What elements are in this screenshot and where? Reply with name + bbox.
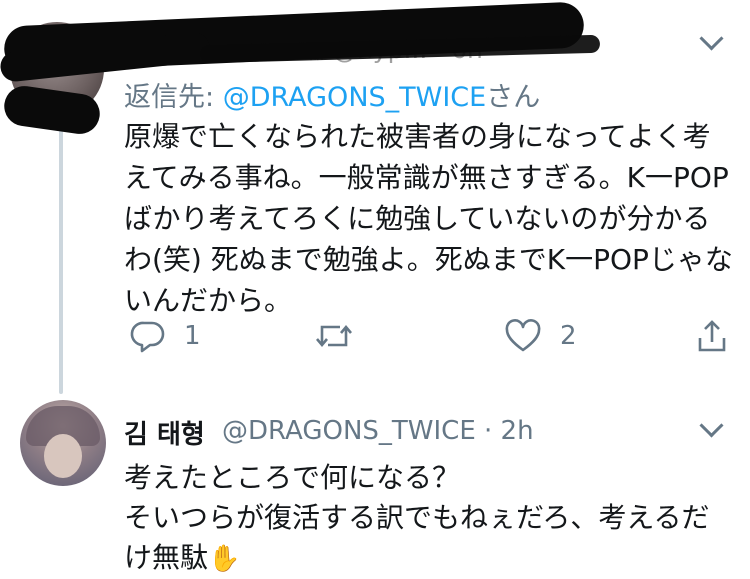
reply-icon <box>130 321 165 353</box>
thread-connector-line <box>59 104 63 394</box>
avatar-face <box>44 434 82 478</box>
reply-handle-link[interactable]: @DRAGONS_TWICE <box>223 82 487 113</box>
share-icon <box>698 320 726 352</box>
retweet-icon <box>316 324 352 348</box>
like-button[interactable]: 2 <box>504 316 577 356</box>
share-button[interactable] <box>694 316 730 356</box>
reply-count: 1 <box>184 321 201 351</box>
reply-suffix: さん <box>486 82 541 113</box>
tweet-parent[interactable]: 白虎@ワキガ雑臨 @hyp... · 6h 返信先: @DRAGONS_TWIC… <box>0 0 750 394</box>
tweet-reply[interactable]: 김 태형 @DRAGONS_TWICE · 2h 考えたところで何になる？ そい… <box>0 382 750 576</box>
avatar[interactable] <box>20 400 106 486</box>
chevron-down-icon[interactable] <box>699 26 724 51</box>
reply-button[interactable]: 1 <box>130 316 201 356</box>
replying-to: 返信先: @DRAGONS_TWICEさん <box>124 75 540 114</box>
tweet-text: 考えたところで何になる？ そいつらが復活する訳でもねぇだろ、考えるだけ無駄✋ <box>124 458 734 579</box>
reply-prefix: 返信先: <box>124 82 223 113</box>
author-handle-time[interactable]: @DRAGONS_TWICE · 2h <box>222 416 534 446</box>
tweet-text: 原爆で亡くなられた被害者の身になってよく考えてみる事ね。一般常識が無さすぎる。K… <box>124 120 733 317</box>
like-count: 2 <box>560 321 577 351</box>
tweet-actions: 1 2 <box>124 316 734 356</box>
chevron-down-icon[interactable] <box>699 413 724 438</box>
retweet-button[interactable] <box>314 316 354 356</box>
raised-hand-icon: ✋ <box>208 544 241 574</box>
author-name[interactable]: 김 태형 <box>124 414 205 451</box>
like-icon <box>505 319 541 352</box>
